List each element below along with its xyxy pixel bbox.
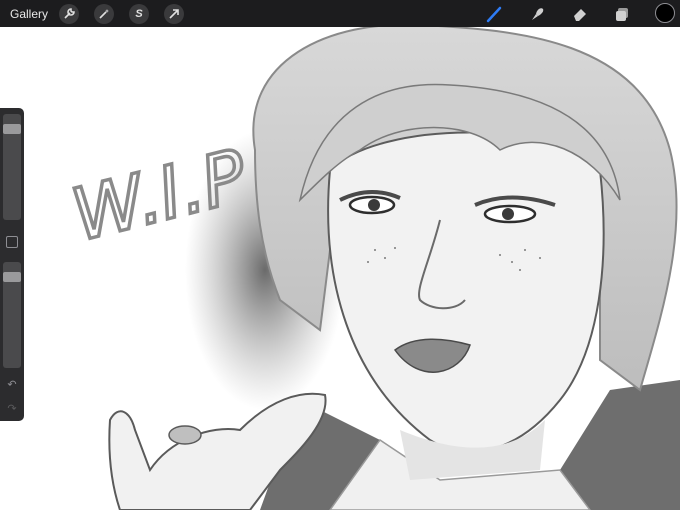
smudge-tool-button[interactable] xyxy=(526,3,548,25)
modify-button[interactable] xyxy=(6,236,18,248)
layers-icon xyxy=(616,8,628,21)
selection-s-icon: S xyxy=(135,8,143,20)
gallery-button[interactable]: Gallery xyxy=(10,7,48,21)
eraser-icon xyxy=(574,9,586,21)
layers-button[interactable] xyxy=(611,3,633,25)
drawing-canvas[interactable]: W.I.P xyxy=(0,0,680,510)
left-iris xyxy=(368,199,380,211)
redo-button[interactable]: ↷ xyxy=(4,402,20,416)
brush-size-slider[interactable] xyxy=(3,114,21,220)
eraser-tool-button[interactable] xyxy=(569,3,591,25)
magic-wand-icon xyxy=(99,9,109,19)
brush-size-handle[interactable] xyxy=(3,123,21,134)
transform-button[interactable] xyxy=(164,4,184,24)
opacity-slider[interactable] xyxy=(3,262,21,368)
brush-tool-button[interactable] xyxy=(483,3,505,25)
redo-icon: ↷ xyxy=(7,403,17,415)
undo-button[interactable]: ↶ xyxy=(4,378,20,392)
left-sidebar: ↶ ↷ xyxy=(0,108,24,421)
arrow-cursor-icon xyxy=(169,9,179,19)
top-toolbar: Gallery S xyxy=(0,0,680,27)
wrench-icon xyxy=(64,8,75,19)
opacity-handle[interactable] xyxy=(3,271,21,282)
brush-icon xyxy=(486,6,502,23)
color-picker-button[interactable] xyxy=(655,3,675,23)
right-iris xyxy=(502,208,514,220)
actions-button[interactable] xyxy=(59,4,79,24)
ring xyxy=(168,425,202,445)
smudge-icon xyxy=(532,8,544,20)
adjustments-button[interactable] xyxy=(94,4,114,24)
selection-button[interactable]: S xyxy=(129,4,149,24)
undo-icon: ↶ xyxy=(7,379,17,391)
